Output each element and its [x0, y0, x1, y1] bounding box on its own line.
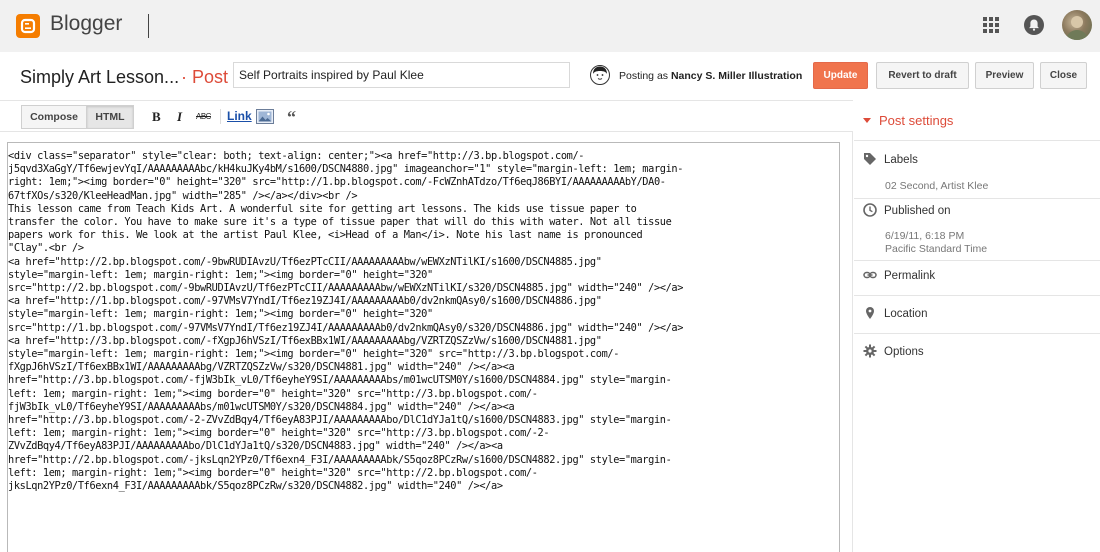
options-title: Options — [884, 346, 924, 358]
update-button[interactable]: Update — [813, 62, 868, 89]
code-line: <a href="http://3.bp.blogspot.com/-fXgpJ… — [8, 334, 602, 347]
post-settings-header[interactable]: Post settings — [863, 113, 953, 128]
code-line: transfer the color. You have to make sur… — [8, 216, 672, 229]
code-line: href="http://3.bp.blogspot.com/-fjW3bIk_… — [8, 374, 672, 387]
published-on-item[interactable]: Published on — [863, 203, 951, 217]
code-line: src="http://2.bp.blogspot.com/-9bwRUDIAv… — [8, 282, 684, 295]
link-button[interactable]: Link — [227, 109, 252, 123]
posting-as-prefix: Posting as — [619, 70, 669, 82]
poster-avatar-icon — [590, 65, 610, 85]
link-icon — [863, 268, 877, 282]
code-line: left: 1em; margin-right: 1em;"><img bord… — [8, 427, 550, 440]
post-settings-panel: Post settings Labels 02 Second, Artist K… — [854, 100, 1100, 552]
italic-button[interactable]: I — [177, 109, 182, 125]
quote-button[interactable]: “ — [287, 107, 296, 128]
collapse-triangle-icon — [863, 118, 871, 123]
app-name[interactable]: Blogger — [50, 12, 122, 36]
location-title: Location — [884, 308, 928, 320]
code-line: style="margin-left: 1em; margin-right: 1… — [8, 308, 433, 321]
published-on-title: Published on — [884, 205, 951, 217]
editor-area: <div class="separator" style="clear: bot… — [0, 131, 853, 552]
blogger-logo-icon[interactable] — [16, 14, 40, 38]
label-icon — [863, 152, 877, 166]
code-line: style="margin-left: 1em; margin-right: 1… — [8, 348, 620, 361]
side-divider — [854, 260, 1100, 261]
posting-as: Posting as Nancy S. Miller Illustration — [619, 70, 802, 82]
code-line: href="http://3.bp.blogspot.com/-2-ZVvZdB… — [8, 414, 672, 427]
html-editor[interactable]: <div class="separator" style="clear: bot… — [7, 142, 840, 552]
code-line: 67tfXOs/s320/KleeHeadMan.jpg" width="285… — [8, 189, 358, 202]
code-line: papers work for this. We look at the art… — [8, 229, 643, 242]
bold-button[interactable]: B — [152, 109, 161, 125]
side-divider — [854, 295, 1100, 296]
code-line: This lesson came from Teach Kids Art. A … — [8, 202, 637, 215]
notification-bell-icon[interactable] — [1023, 14, 1045, 36]
permalink-title: Permalink — [884, 270, 936, 282]
permalink-item[interactable]: Permalink — [863, 268, 935, 282]
close-button[interactable]: Close — [1040, 62, 1087, 89]
code-line: <a href="http://1.bp.blogspot.com/-97VMs… — [8, 295, 602, 308]
side-divider — [854, 140, 1100, 141]
html-source[interactable]: <div class="separator" style="clear: bot… — [8, 150, 838, 493]
preview-button[interactable]: Preview — [975, 62, 1034, 89]
code-line: j5qvd3XaGgY/Tf6ewjevYqI/AAAAAAAAAbc/kH4k… — [8, 163, 684, 176]
code-line: style="margin-left: 1em; margin-right: 1… — [8, 268, 433, 281]
toolbar-divider — [220, 109, 221, 124]
blog-title[interactable]: Simply Art Lesson... — [20, 67, 179, 88]
code-line: <div class="separator" style="clear: bot… — [8, 150, 585, 162]
revert-to-draft-button[interactable]: Revert to draft — [876, 62, 969, 89]
code-line: ZVvZdBqy4/Tf6eyA83PJI/AAAAAAAAAbo/DlC1dY… — [8, 440, 503, 453]
post-title-input[interactable] — [233, 62, 570, 88]
breadcrumb-post: · Post — [181, 67, 228, 88]
published-date: 6/19/11, 6:18 PM — [885, 230, 965, 242]
tab-html[interactable]: HTML — [86, 105, 134, 129]
options-item[interactable]: Options — [863, 344, 924, 358]
post-settings-title: Post settings — [879, 113, 954, 128]
apps-grid-icon[interactable] — [981, 15, 1001, 35]
published-timezone: Pacific Standard Time — [885, 243, 988, 255]
side-divider — [854, 333, 1100, 334]
editor-toolbar: Compose HTML B I ABC Link “ — [0, 100, 853, 131]
clock-icon — [863, 203, 877, 217]
top-divider — [148, 14, 149, 38]
code-line: href="http://2.bp.blogspot.com/-jksLqn2Y… — [8, 453, 672, 466]
top-bar: Blogger — [0, 0, 1100, 52]
code-line: right: 1em;"><img border="0" height="320… — [8, 176, 666, 189]
code-line: left: 1em; margin-right: 1em;"><img bord… — [8, 466, 538, 479]
code-line: <a href="http://2.bp.blogspot.com/-9bwRU… — [8, 255, 602, 268]
labels-value: 02 Second, Artist Klee — [885, 180, 989, 192]
code-line: fXgpJ6hVSzI/Tf6exBBx1WI/AAAAAAAAAbg/VZRT… — [8, 361, 515, 374]
location-item[interactable]: Location — [863, 306, 927, 320]
breadcrumb-post-label: Post — [192, 67, 229, 87]
gear-icon — [863, 344, 877, 358]
location-pin-icon — [863, 306, 877, 320]
posting-as-name: Nancy S. Miller Illustration — [670, 70, 803, 82]
code-line: jksLqn2YPz0/Tf6exn4_F3I/AAAAAAAAAbk/S5qo… — [8, 480, 503, 493]
code-line: left: 1em; margin-right: 1em;"><img bord… — [8, 387, 538, 400]
code-line: "Clay".<br /> — [8, 242, 84, 255]
labels-item[interactable]: Labels — [863, 152, 918, 166]
account-avatar[interactable] — [1062, 10, 1092, 40]
code-line: src="http://1.bp.blogspot.com/-97VMsV7Yn… — [8, 321, 684, 334]
insert-image-icon[interactable] — [256, 109, 274, 124]
breadcrumb-separator: · — [181, 67, 187, 87]
side-divider — [854, 198, 1100, 199]
tab-compose[interactable]: Compose — [21, 105, 87, 129]
labels-title: Labels — [884, 154, 918, 166]
strikethrough-button[interactable]: ABC — [196, 112, 211, 121]
code-line: fjW3bIk_vL0/Tf6eyheY9SI/AAAAAAAAAbs/m01w… — [8, 400, 515, 413]
